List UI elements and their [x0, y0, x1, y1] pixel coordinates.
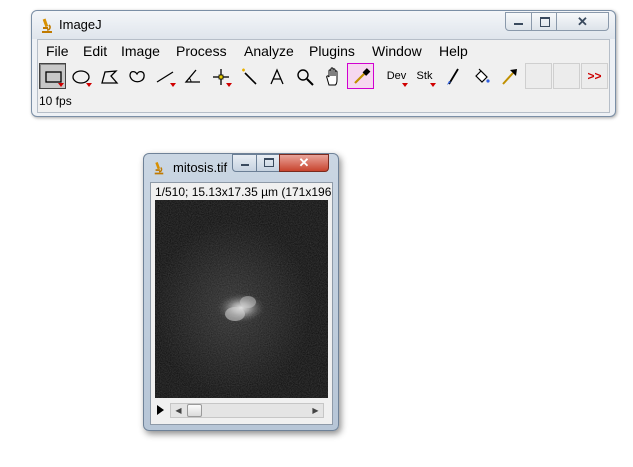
maximize-icon — [264, 158, 274, 167]
stacks-menu[interactable]: Stk — [411, 63, 438, 89]
image-window: mitosis.tif ✕ 1/510; 15.13x17.35 µm (171… — [143, 153, 339, 431]
magnifier-tool[interactable] — [291, 63, 318, 89]
magnifier-icon — [297, 69, 314, 86]
empty-tool-slot — [525, 63, 552, 89]
brush-tool[interactable] — [439, 63, 466, 89]
image-info-text: 1/510; 15.13x17.35 µm (171x196 — [155, 185, 332, 199]
play-animation-button[interactable] — [157, 405, 164, 415]
developer-menu[interactable]: Dev — [383, 63, 410, 89]
line-tool[interactable] — [151, 63, 178, 89]
menu-help[interactable]: Help — [439, 43, 468, 59]
scroll-left-arrow-icon[interactable]: ◀ — [172, 404, 185, 417]
menu-analyze[interactable]: Analyze — [244, 43, 294, 59]
menu-file[interactable]: File — [46, 43, 69, 59]
main-window-title: ImageJ — [59, 17, 102, 32]
text-tool[interactable] — [263, 63, 290, 89]
point-tool[interactable] — [207, 63, 234, 89]
menu-window[interactable]: Window — [372, 43, 422, 59]
scrollbar-thumb[interactable] — [187, 404, 202, 417]
image-minimize-button[interactable] — [232, 154, 257, 172]
more-tools-button[interactable]: >> — [581, 63, 608, 89]
menu-image[interactable]: Image — [121, 43, 160, 59]
arrow-tool[interactable] — [495, 63, 522, 89]
angle-tool[interactable] — [179, 63, 206, 89]
polygon-icon — [101, 70, 119, 84]
minimize-icon — [241, 164, 249, 166]
paintbrush-icon — [447, 68, 459, 85]
minimize-icon — [514, 23, 523, 25]
hand-icon — [326, 67, 338, 86]
tool-bar: Dev Stk >> — [38, 62, 609, 92]
microscope-icon — [42, 18, 52, 33]
dropdown-arrow-icon — [170, 83, 176, 87]
menu-bar: File Edit Image Process Analyze Plugins … — [38, 40, 609, 61]
flood-fill-tool[interactable] — [467, 63, 494, 89]
dropdown-arrow-icon — [402, 83, 408, 87]
polygon-tool[interactable] — [95, 63, 122, 89]
menu-edit[interactable]: Edit — [83, 43, 107, 59]
close-button[interactable]: ✕ — [556, 12, 609, 31]
image-client-area: 1/510; 15.13x17.35 µm (171x196 ◀ ▶ — [150, 182, 333, 425]
oval-tool[interactable] — [67, 63, 94, 89]
magic-wand-icon — [242, 68, 257, 85]
freehand-tool[interactable] — [123, 63, 150, 89]
wand-tool[interactable] — [235, 63, 262, 89]
more-tools-label: >> — [587, 69, 602, 83]
maximize-button[interactable] — [531, 12, 557, 31]
arrow-icon — [502, 69, 517, 85]
developer-menu-label: Dev — [386, 70, 407, 82]
stack-slider-row: ◀ ▶ — [151, 400, 332, 422]
main-client-area: File Edit Image Process Analyze Plugins … — [37, 39, 610, 113]
paint-bucket-icon — [475, 68, 490, 83]
menu-plugins[interactable]: Plugins — [309, 43, 355, 59]
close-icon: ✕ — [577, 14, 588, 29]
maximize-icon — [540, 17, 550, 27]
dropdown-arrow-icon — [58, 83, 64, 87]
freehand-icon — [129, 70, 145, 83]
dropdown-arrow-icon — [430, 83, 436, 87]
eyedropper-icon — [354, 68, 371, 84]
image-canvas[interactable] — [155, 200, 328, 398]
menu-process[interactable]: Process — [176, 43, 227, 59]
dropdown-arrow-icon — [86, 83, 92, 87]
stack-scrollbar[interactable]: ◀ ▶ — [170, 403, 324, 418]
status-bar: 10 fps — [39, 94, 72, 108]
close-icon: ✕ — [298, 155, 310, 170]
color-picker-tool[interactable] — [347, 63, 374, 89]
angle-icon — [184, 69, 200, 83]
empty-tool-slot — [553, 63, 580, 89]
minimize-button[interactable] — [505, 12, 532, 31]
hand-tool[interactable] — [319, 63, 346, 89]
text-a-icon — [270, 68, 284, 85]
rectangle-tool[interactable] — [39, 63, 66, 89]
image-maximize-button[interactable] — [256, 154, 280, 172]
image-window-title: mitosis.tif — [173, 160, 228, 175]
imagej-main-window: ImageJ ✕ File Edit Image Process Analyze… — [31, 10, 616, 117]
image-close-button[interactable]: ✕ — [279, 154, 329, 172]
scroll-right-arrow-icon[interactable]: ▶ — [309, 404, 322, 417]
dropdown-arrow-icon — [226, 83, 232, 87]
microscope-icon — [154, 161, 164, 175]
stacks-menu-label: Stk — [416, 70, 433, 82]
main-titlebar[interactable]: ImageJ ✕ — [32, 11, 615, 39]
